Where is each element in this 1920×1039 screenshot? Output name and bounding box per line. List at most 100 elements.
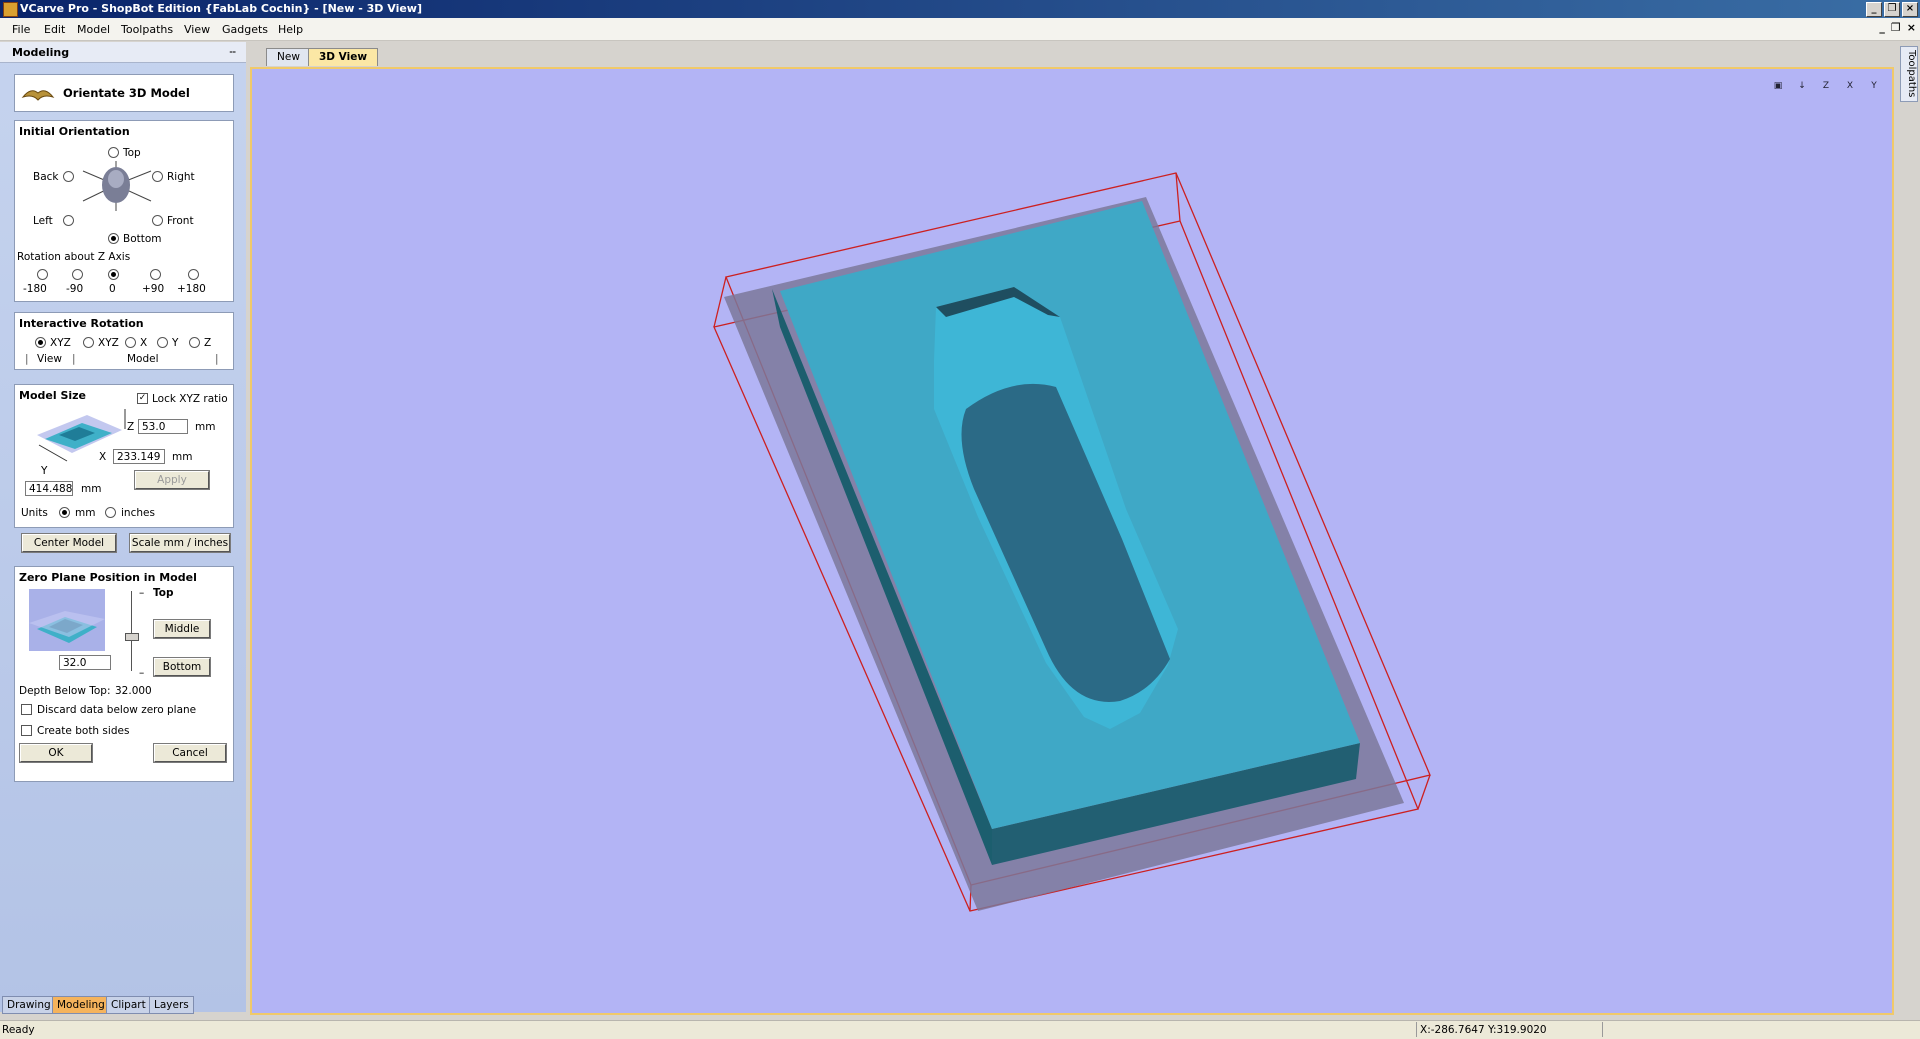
3d-viewport[interactable]: ▣ ↓ Z X Y	[250, 67, 1894, 1015]
3d-model-render	[713, 172, 1431, 912]
initial-orientation-box: Initial Orientation Top Back Right Left …	[14, 120, 234, 302]
interactive-rotation-box: Interactive Rotation XYZ XYZ X Y Z | Vie…	[14, 312, 234, 370]
units-inches-label: inches	[121, 507, 155, 519]
center-model-button[interactable]: Center Model	[21, 533, 117, 553]
rotation-minus180-label: -180	[23, 283, 47, 295]
irot-y-label: Y	[172, 337, 179, 349]
rotation-minus180-radio[interactable]	[37, 269, 48, 280]
zero-plane-title: Zero Plane Position in Model	[19, 571, 197, 584]
z-axis-label: Z	[127, 421, 135, 433]
y-size-input[interactable]: 414.488	[25, 481, 73, 496]
menu-toolpaths[interactable]: Toolpaths	[121, 23, 173, 36]
rotation-minus90-radio[interactable]	[72, 269, 83, 280]
tick-mark: –	[139, 587, 145, 599]
status-ready: Ready	[2, 1024, 35, 1036]
discard-checkbox[interactable]	[21, 704, 32, 715]
lock-xyz-label: Lock XYZ ratio	[152, 393, 228, 405]
bottom-button[interactable]: Bottom	[153, 657, 211, 677]
rotation-0-radio[interactable]	[108, 269, 119, 280]
model-size-box: Model Size ✓ Lock XYZ ratio Z 53.0 mm X …	[14, 384, 234, 528]
middle-button[interactable]: Middle	[153, 619, 211, 639]
restore-button[interactable]: ❐	[1884, 2, 1900, 17]
cursor-coordinates: X:-286.7647 Y:319.9020	[1420, 1024, 1547, 1036]
menu-model[interactable]: Model	[77, 23, 110, 36]
apply-button[interactable]: Apply	[134, 470, 210, 490]
rotation-z-label: Rotation about Z Axis	[17, 251, 131, 263]
mdi-restore-button[interactable]: ❐	[1891, 21, 1901, 34]
irot-y-radio[interactable]	[157, 337, 168, 348]
y-axis-label: Y	[41, 465, 48, 477]
scale-units-button[interactable]: Scale mm / inches	[129, 533, 231, 553]
window-title: VCarve Pro - ShopBot Edition {FabLab Coc…	[20, 2, 422, 15]
modeling-panel: Modeling ⵧ Orientate 3D Model Initial Or…	[0, 42, 246, 1012]
rotation-plus180-radio[interactable]	[188, 269, 199, 280]
irot-z-label: Z	[204, 337, 212, 349]
tab-clipart[interactable]: Clipart	[106, 996, 151, 1014]
menu-file[interactable]: File	[12, 23, 30, 36]
car-model-icon	[37, 409, 126, 462]
units-mm-radio[interactable]	[59, 507, 70, 518]
tab-drawing[interactable]: Drawing	[2, 996, 56, 1014]
mdi-minimize-button[interactable]: _	[1879, 21, 1885, 34]
minimize-button[interactable]: _	[1866, 2, 1882, 17]
eagle-icon	[21, 90, 55, 101]
orient-back-label: Back	[33, 171, 59, 183]
depth-below-top-value: 32.000	[115, 685, 152, 697]
pin-icon[interactable]: ⵧ	[229, 45, 236, 59]
tab-3d-view[interactable]: 3D View	[308, 48, 379, 66]
ok-button[interactable]: OK	[19, 743, 93, 763]
tab-new[interactable]: New	[266, 48, 311, 66]
irot-x-radio[interactable]	[125, 337, 136, 348]
x-size-input[interactable]: 233.149	[113, 449, 165, 464]
status-separator	[1416, 1022, 1417, 1037]
orient-front-radio[interactable]	[152, 215, 163, 226]
tab-layers[interactable]: Layers	[149, 996, 194, 1014]
zero-plane-slider-track[interactable]	[131, 591, 132, 671]
menu-help[interactable]: Help	[278, 23, 303, 36]
mdi-close-button[interactable]: ×	[1907, 21, 1916, 34]
depth-below-top-label: Depth Below Top:	[19, 685, 111, 697]
irot-view-xyz-radio[interactable]	[35, 337, 46, 348]
tab-toolpaths[interactable]: Toolpaths	[1900, 46, 1918, 102]
irot-model-xyz-radio[interactable]	[83, 337, 94, 348]
orient-back-radio[interactable]	[63, 171, 74, 182]
tab-modeling[interactable]: Modeling	[52, 996, 110, 1014]
model-size-title: Model Size	[19, 389, 86, 402]
orientation-bust-icon	[82, 161, 152, 211]
zero-plane-top-label: Top	[153, 587, 174, 599]
irot-x-label: X	[140, 337, 148, 349]
units-inches-radio[interactable]	[105, 507, 116, 518]
lock-xyz-checkbox[interactable]: ✓	[137, 393, 148, 404]
both-sides-checkbox[interactable]	[21, 725, 32, 736]
orientate-title: Orientate 3D Model	[63, 86, 190, 100]
cancel-button[interactable]: Cancel	[153, 743, 227, 763]
panel-title: Modeling	[12, 46, 70, 59]
document-tabs: New 3D View	[248, 46, 1898, 66]
zero-plane-input[interactable]: 32.0	[59, 655, 111, 670]
orient-left-radio[interactable]	[63, 215, 74, 226]
irot-z-radio[interactable]	[189, 337, 200, 348]
right-dock: Toolpaths	[1898, 42, 1920, 1012]
panel-header: Modeling ⵧ	[0, 42, 246, 63]
orient-left-label: Left	[33, 215, 53, 227]
zero-plane-car-icon	[29, 589, 105, 651]
units-mm-label: mm	[75, 507, 96, 519]
zero-plane-slider-handle[interactable]	[125, 633, 139, 641]
rotation-plus90-radio[interactable]	[150, 269, 161, 280]
irot-model-label: Model	[127, 353, 159, 365]
menu-edit[interactable]: Edit	[44, 23, 65, 36]
orient-bottom-radio[interactable]	[108, 233, 119, 244]
z-size-input[interactable]: 53.0	[138, 419, 188, 434]
units-label: Units	[21, 507, 48, 519]
rotation-plus90-label: +90	[142, 283, 165, 295]
menu-gadgets[interactable]: Gadgets	[222, 23, 268, 36]
menu-view[interactable]: View	[184, 23, 210, 36]
menu-bar: File Edit Model Toolpaths View Gadgets H…	[0, 18, 1920, 41]
panel-tabs: Drawing Modeling Clipart Layers	[0, 996, 246, 1014]
both-sides-label: Create both sides	[37, 725, 130, 737]
initial-orientation-title: Initial Orientation	[19, 125, 130, 138]
discard-label: Discard data below zero plane	[37, 704, 197, 716]
close-button[interactable]: ×	[1902, 2, 1918, 17]
status-bar: Ready X:-286.7647 Y:319.9020	[0, 1020, 1920, 1039]
irot-view-xyz-label: XYZ	[50, 337, 71, 349]
